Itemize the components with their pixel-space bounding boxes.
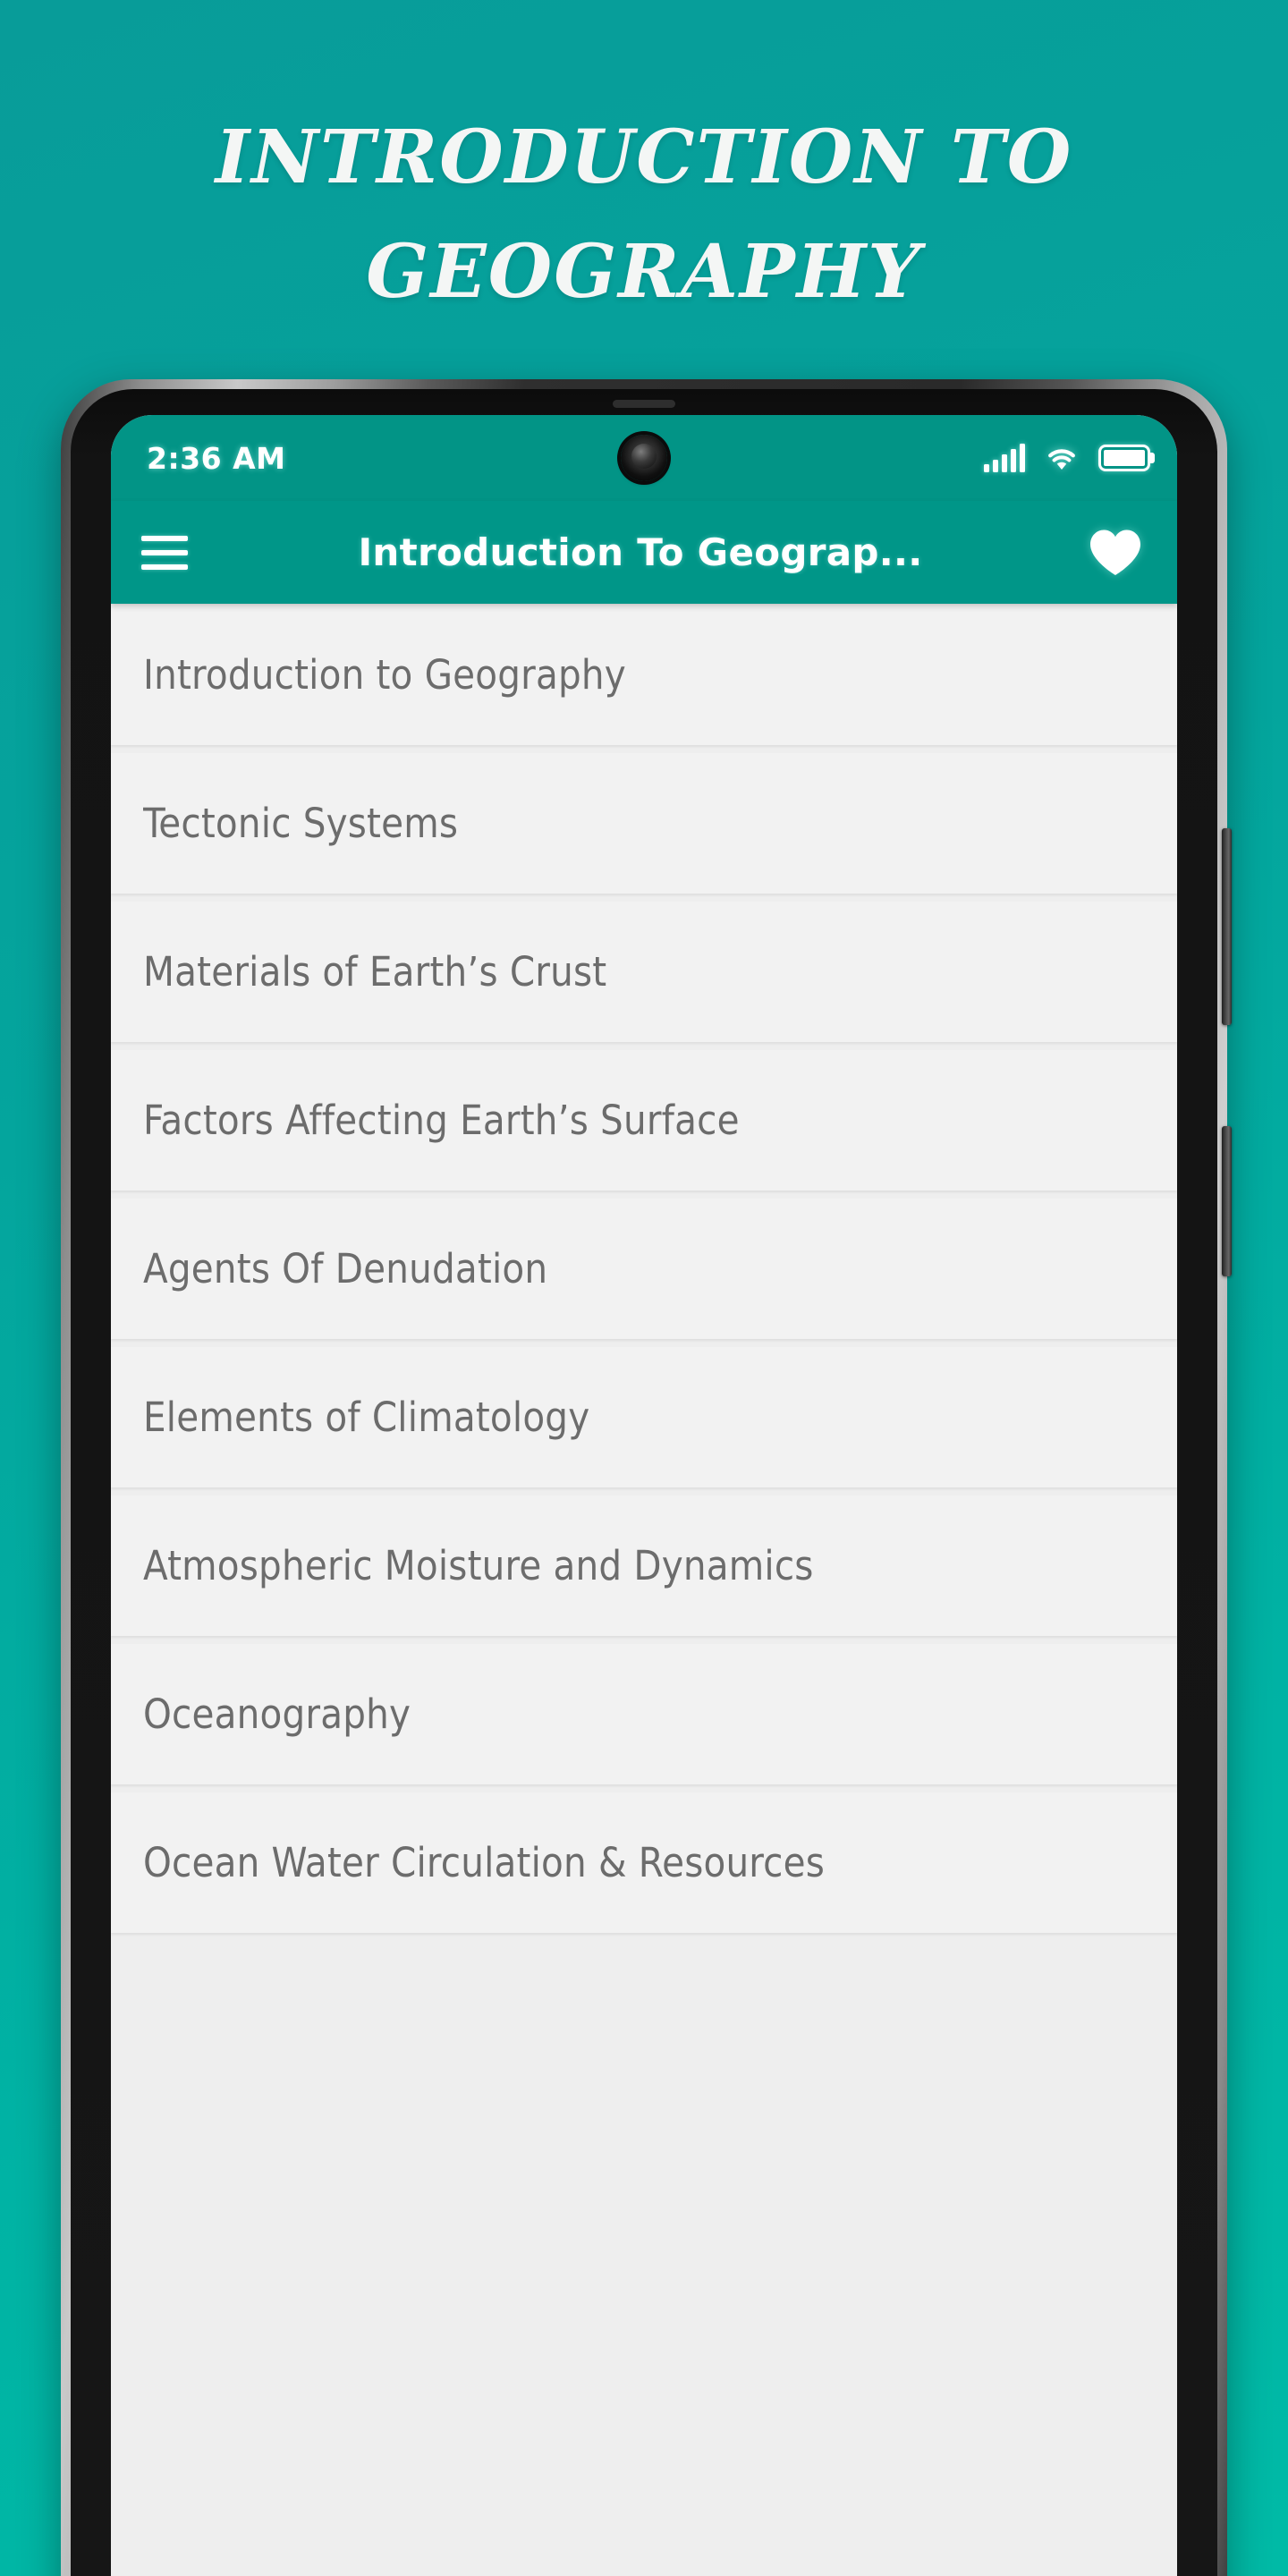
power-button[interactable] (1222, 1126, 1232, 1276)
status-bar-clock: 2:36 AM (147, 440, 286, 476)
volume-rocker-button[interactable] (1222, 828, 1232, 1025)
page-title-line-1: INTRODUCTION TO (215, 114, 1073, 200)
list-item[interactable]: Oceanography (111, 1644, 1177, 1784)
list-item-label: Atmospheric Moisture and Dynamics (143, 1542, 814, 1589)
list-item[interactable]: Introduction to Geography (111, 605, 1177, 745)
app-bar-title: Introduction To Geograp... (358, 530, 923, 574)
list-item[interactable]: Atmospheric Moisture and Dynamics (111, 1496, 1177, 1636)
promo-background: INTRODUCTION TO GEOGRAPHY 2:36 AM Introd… (0, 0, 1288, 2576)
list-item-label: Ocean Water Circulation & Resources (143, 1839, 826, 1886)
wifi-icon (1045, 445, 1079, 471)
list-item-label: Factors Affecting Earth’s Surface (143, 1097, 740, 1144)
hamburger-menu-icon[interactable] (141, 525, 197, 580)
page-title: INTRODUCTION TO GEOGRAPHY (0, 100, 1288, 329)
list-item[interactable]: Tectonic Systems (111, 753, 1177, 894)
status-bar: 2:36 AM (111, 415, 1177, 501)
phone-mockup: 2:36 AM Introduction To Geograp... Intro… (61, 379, 1232, 2576)
list-item-label: Oceanography (143, 1690, 411, 1738)
list-item-label: Elements of Climatology (143, 1394, 590, 1441)
phone-screen: 2:36 AM Introduction To Geograp... Intro… (111, 415, 1177, 2576)
front-camera-punch-hole-icon (621, 435, 667, 481)
list-item[interactable]: Ocean Water Circulation & Resources (111, 1792, 1177, 1933)
app-bar: Introduction To Geograp... (111, 501, 1177, 604)
list-item-label: Materials of Earth’s Crust (143, 948, 607, 996)
topic-list[interactable]: Introduction to Geography Tectonic Syste… (111, 604, 1177, 2576)
status-bar-icons (984, 444, 1150, 472)
list-item[interactable]: Agents Of Denudation (111, 1199, 1177, 1339)
list-item[interactable]: Materials of Earth’s Crust (111, 902, 1177, 1042)
list-item-label: Introduction to Geography (143, 651, 626, 699)
list-item-label: Tectonic Systems (143, 800, 459, 847)
signal-bars-icon (984, 444, 1025, 472)
list-item-label: Agents Of Denudation (143, 1245, 548, 1292)
heart-filled-icon[interactable] (1084, 521, 1147, 584)
earpiece-speaker-icon (613, 400, 675, 408)
page-title-line-2: GEOGRAPHY (366, 229, 922, 315)
battery-full-icon (1098, 445, 1150, 471)
list-item[interactable]: Factors Affecting Earth’s Surface (111, 1050, 1177, 1191)
list-item[interactable]: Elements of Climatology (111, 1347, 1177, 1487)
